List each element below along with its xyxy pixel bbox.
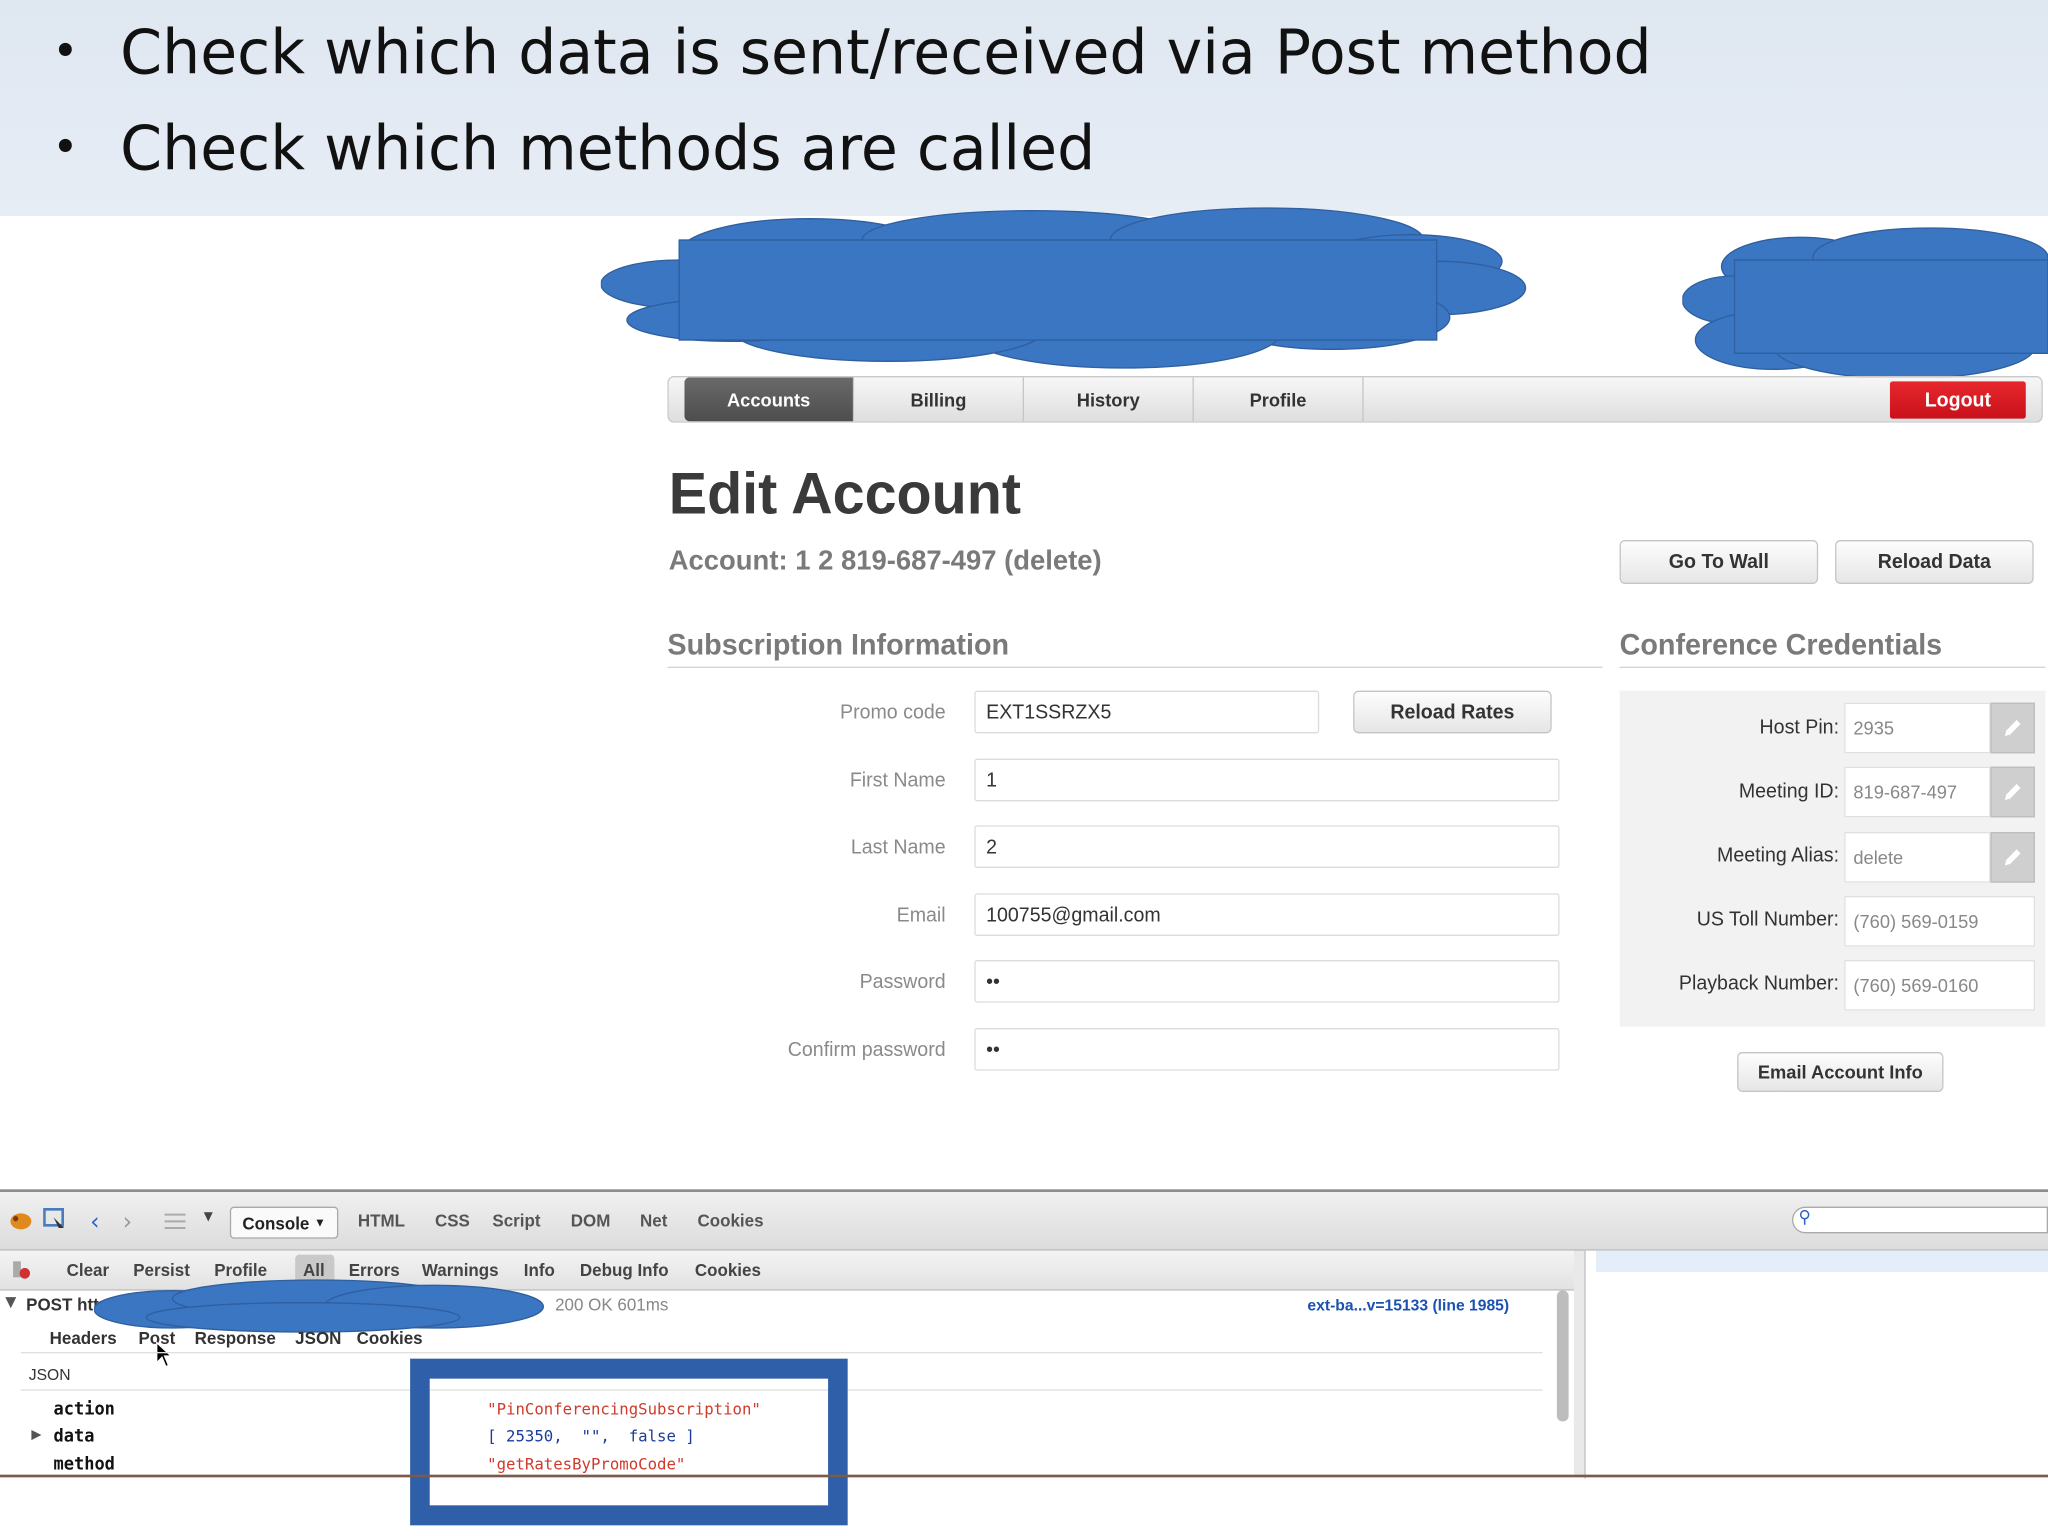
list-icon[interactable] bbox=[162, 1208, 188, 1240]
json-key-action: action bbox=[53, 1399, 115, 1420]
playback-number-label: Playback Number: bbox=[1678, 971, 1840, 995]
side-panel-command-line[interactable] bbox=[1596, 1250, 2048, 1272]
bullet-text: Check which methods are called bbox=[120, 111, 1096, 184]
json-section-label: JSON bbox=[28, 1365, 71, 1384]
divider bbox=[20, 1351, 1543, 1354]
pencil-icon bbox=[2004, 719, 2021, 736]
host-pin-label: Host Pin: bbox=[1759, 715, 1840, 739]
bullet-text: Check which data is sent/received via Po… bbox=[120, 15, 1652, 88]
request-tab-json[interactable]: JSON bbox=[295, 1328, 341, 1348]
main-nav: Accounts Billing History Profile Logout bbox=[667, 375, 2043, 423]
meeting-alias-label: Meeting Alias: bbox=[1717, 843, 1840, 867]
tab-html[interactable]: HTML bbox=[358, 1211, 405, 1231]
confirm-password-label: Confirm password bbox=[787, 1038, 946, 1062]
credentials-heading: Conference Credentials bbox=[1619, 627, 1943, 662]
devtools-toolbar: ‹ › ▼ Console ▼ HTML CSS Script DOM Net … bbox=[0, 1191, 2048, 1251]
expand-triangle-icon[interactable]: ▼ bbox=[5, 1293, 16, 1310]
section-divider bbox=[667, 666, 1603, 668]
edit-host-pin-button[interactable] bbox=[1990, 702, 2035, 754]
us-toll-number-label: US Toll Number: bbox=[1696, 907, 1840, 931]
email-account-info-button[interactable]: Email Account Info bbox=[1737, 1051, 1944, 1092]
chevron-down-icon: ▼ bbox=[314, 1215, 326, 1230]
tab-css[interactable]: CSS bbox=[435, 1211, 470, 1231]
first-name-label: First Name bbox=[849, 769, 946, 792]
slide: • Check which data is sent/received via … bbox=[0, 0, 2048, 1536]
pencil-icon bbox=[2004, 783, 2021, 800]
edit-meeting-alias-button[interactable] bbox=[1990, 831, 2035, 883]
request-status: 200 OK 601ms bbox=[555, 1294, 669, 1315]
playback-number-value: (760) 569-0160 bbox=[1844, 959, 2035, 1011]
json-key-method: method bbox=[53, 1454, 115, 1475]
go-to-wall-button[interactable]: Go To Wall bbox=[1619, 539, 1819, 584]
expand-triangle-icon[interactable]: ▶ bbox=[31, 1428, 41, 1443]
tab-history[interactable]: History bbox=[1024, 377, 1194, 422]
meeting-id-value: 819-687-497 bbox=[1844, 766, 1991, 818]
request-tab-cookies[interactable]: Cookies bbox=[357, 1328, 423, 1348]
promo-code-label: Promo code bbox=[839, 701, 946, 724]
host-pin-value: 2935 bbox=[1844, 702, 1991, 754]
redaction-cloud bbox=[1682, 220, 2048, 387]
us-toll-number-value: (760) 569-0159 bbox=[1844, 895, 2035, 947]
bullet-dot: • bbox=[52, 121, 79, 175]
tab-net[interactable]: Net bbox=[640, 1211, 667, 1231]
meeting-id-label: Meeting ID: bbox=[1738, 779, 1840, 803]
firebug-icon[interactable] bbox=[8, 1208, 34, 1237]
bullet-dot: • bbox=[52, 25, 79, 79]
tab-dom[interactable]: DOM bbox=[571, 1211, 611, 1231]
bullet-item: • Check which data is sent/received via … bbox=[52, 16, 1651, 88]
pencil-icon bbox=[2004, 849, 2021, 866]
dropdown-arrow-icon[interactable]: ▼ bbox=[204, 1211, 213, 1224]
clear-console-icon[interactable] bbox=[10, 1259, 31, 1286]
redaction-cloud bbox=[600, 200, 1541, 380]
request-tab-response[interactable]: Response bbox=[195, 1328, 276, 1348]
filter-debug-info[interactable]: Debug Info bbox=[580, 1260, 669, 1280]
meeting-alias-value: delete bbox=[1844, 831, 1991, 883]
subscription-heading: Subscription Information bbox=[667, 627, 1010, 662]
mouse-cursor-icon bbox=[155, 1341, 173, 1373]
request-tab-headers[interactable]: Headers bbox=[50, 1328, 117, 1348]
inspect-icon[interactable] bbox=[43, 1207, 67, 1237]
edit-meeting-id-button[interactable] bbox=[1990, 766, 2035, 818]
console-scrollbar[interactable] bbox=[1556, 1290, 1569, 1422]
account-summary: Account: 1 2 819-687-497 (delete) bbox=[668, 545, 1102, 576]
tab-billing[interactable]: Billing bbox=[854, 377, 1024, 422]
reload-data-button[interactable]: Reload Data bbox=[1835, 539, 2034, 584]
tab-console[interactable]: Console ▼ bbox=[229, 1206, 339, 1239]
last-name-label: Last Name bbox=[850, 835, 946, 859]
bullet-item: • Check which methods are called bbox=[52, 112, 1095, 184]
email-label: Email bbox=[896, 903, 946, 927]
devtools-panel: ‹ › ▼ Console ▼ HTML CSS Script DOM Net … bbox=[0, 1189, 2048, 1479]
page-title: Edit Account bbox=[668, 461, 1021, 527]
slide-divider bbox=[0, 1474, 2048, 1478]
devtools-side-panel bbox=[1584, 1250, 2048, 1479]
tab-profile[interactable]: Profile bbox=[1194, 377, 1364, 422]
promo-code-input[interactable]: EXT1SSRZX5 bbox=[974, 690, 1320, 734]
email-input[interactable]: 100755@gmail.com bbox=[974, 893, 1560, 936]
password-input[interactable]: •• bbox=[974, 959, 1560, 1003]
reload-rates-button[interactable]: Reload Rates bbox=[1353, 690, 1552, 734]
console-tab-label: Console bbox=[242, 1212, 310, 1233]
request-source-link[interactable]: ext-ba...v=15133 (line 1985) bbox=[1307, 1296, 1509, 1315]
slide-header: • Check which data is sent/received via … bbox=[0, 0, 2048, 216]
json-key-data: data bbox=[53, 1426, 95, 1447]
confirm-password-input[interactable]: •• bbox=[974, 1027, 1560, 1071]
tab-cookies[interactable]: Cookies bbox=[697, 1211, 763, 1231]
back-arrow-icon[interactable]: ‹ bbox=[90, 1208, 99, 1236]
tab-accounts[interactable]: Accounts bbox=[684, 377, 855, 422]
search-icon: ⚲ bbox=[1798, 1207, 1811, 1228]
logout-button[interactable]: Logout bbox=[1889, 381, 2026, 419]
password-label: Password bbox=[859, 970, 946, 994]
tab-script[interactable]: Script bbox=[492, 1211, 540, 1231]
filter-cookies[interactable]: Cookies bbox=[695, 1260, 761, 1280]
devtools-search-input[interactable]: ⚲ bbox=[1791, 1206, 2048, 1234]
highlight-box bbox=[410, 1358, 848, 1526]
first-name-input[interactable]: 1 bbox=[974, 758, 1560, 802]
forward-arrow-icon[interactable]: › bbox=[123, 1208, 132, 1236]
redaction-cloud bbox=[94, 1277, 545, 1333]
section-divider bbox=[1619, 666, 2046, 668]
last-name-input[interactable]: 2 bbox=[974, 825, 1560, 868]
